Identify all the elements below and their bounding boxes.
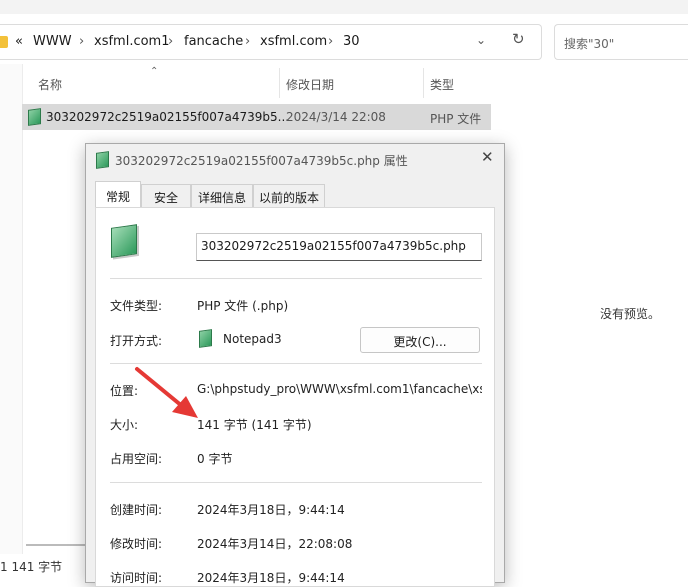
- accessed-label: 访问时间:: [110, 571, 163, 585]
- php-file-icon: [28, 108, 41, 126]
- size-label: 大小:: [110, 418, 139, 432]
- search-placeholder: 搜索"30": [564, 37, 615, 51]
- breadcrumb-fancache[interactable]: fancache: [184, 34, 243, 49]
- divider: [110, 363, 482, 364]
- filename-input[interactable]: 303202972c2519a02155f007a4739b5c.php: [196, 233, 482, 261]
- breadcrumb-www[interactable]: WWW: [33, 34, 72, 49]
- accessed-value: 2024年3月18日，9:44:14: [197, 571, 345, 585]
- open-with-label: 打开方式:: [110, 334, 163, 348]
- file-row[interactable]: 303202972c2519a02155f007a4739b5... 2024/…: [22, 104, 491, 130]
- file-type-label: 文件类型:: [110, 299, 163, 313]
- created-label: 创建时间:: [110, 503, 163, 517]
- modified-value: 2024年3月14日，22:08:08: [197, 537, 353, 551]
- general-tab-panel: 303202972c2519a02155f007a4739b5c.php 文件类…: [95, 207, 495, 587]
- dialog-title: 303202972c2519a02155f007a4739b5c.php 属性: [115, 154, 408, 168]
- change-open-with-button[interactable]: 更改(C)...: [360, 327, 480, 353]
- status-bar-text: 1 141 字节: [0, 560, 63, 574]
- size-on-disk-value: 0 字节: [197, 452, 233, 466]
- file-modified: 2024/3/14 22:08: [286, 110, 386, 124]
- file-name: 303202972c2519a02155f007a4739b5...: [46, 110, 290, 124]
- folder-icon: [0, 36, 8, 48]
- refresh-icon[interactable]: ↻: [512, 30, 525, 48]
- php-file-icon: [96, 151, 109, 169]
- preview-pane-text: 没有预览。: [600, 307, 661, 321]
- search-input[interactable]: 搜索"30": [554, 24, 688, 60]
- breadcrumb-separator: ›: [79, 34, 85, 49]
- divider: [110, 278, 482, 279]
- properties-dialog: 303202972c2519a02155f007a4739b5c.php 属性 …: [85, 143, 505, 587]
- file-type: PHP 文件: [430, 112, 482, 126]
- divider: [110, 482, 482, 483]
- php-file-icon: [111, 224, 137, 258]
- tab-security[interactable]: 安全: [141, 184, 191, 208]
- created-value: 2024年3月18日，9:44:14: [197, 503, 345, 517]
- address-bar[interactable]: « WWW › xsfml.com1 › fancache › xsfml.co…: [0, 24, 542, 60]
- location-value[interactable]: G:\phpstudy_pro\WWW\xsfml.com1\fancache\…: [197, 382, 482, 396]
- chevron-down-icon[interactable]: ⌄: [476, 33, 486, 47]
- file-type-value: PHP 文件 (.php): [197, 299, 289, 313]
- navigation-pane[interactable]: [0, 64, 23, 554]
- location-label: 位置:: [110, 384, 139, 398]
- open-with-value: Notepad3: [223, 332, 282, 346]
- breadcrumb-overflow[interactable]: «: [15, 34, 23, 49]
- breadcrumb-separator: ›: [328, 34, 334, 49]
- breadcrumb-xsfml-com1[interactable]: xsfml.com1: [94, 34, 170, 49]
- breadcrumb-separator: ›: [245, 34, 251, 49]
- tab-details[interactable]: 详细信息: [191, 184, 253, 208]
- tab-previous-versions[interactable]: 以前的版本: [253, 184, 325, 208]
- column-header-modified[interactable]: 修改日期: [286, 76, 334, 93]
- modified-label: 修改时间:: [110, 537, 163, 551]
- close-icon[interactable]: ✕: [481, 148, 494, 166]
- horizontal-scrollbar[interactable]: [26, 544, 86, 546]
- notepad3-icon: [199, 329, 212, 348]
- size-on-disk-label: 占用空间:: [110, 452, 163, 466]
- column-divider[interactable]: [279, 68, 280, 98]
- column-divider[interactable]: [423, 68, 424, 98]
- tab-general[interactable]: 常规: [95, 181, 141, 207]
- breadcrumb-xsfml-com[interactable]: xsfml.com: [260, 34, 327, 49]
- column-header-type[interactable]: 类型: [430, 76, 454, 93]
- breadcrumb-30[interactable]: 30: [343, 34, 360, 49]
- title-bar-strip: [0, 0, 688, 14]
- sort-ascending-icon: ⌃: [150, 66, 159, 77]
- column-header-name[interactable]: 名称: [38, 76, 62, 93]
- breadcrumb-separator: ›: [168, 34, 174, 49]
- size-value: 141 字节 (141 字节): [197, 418, 312, 432]
